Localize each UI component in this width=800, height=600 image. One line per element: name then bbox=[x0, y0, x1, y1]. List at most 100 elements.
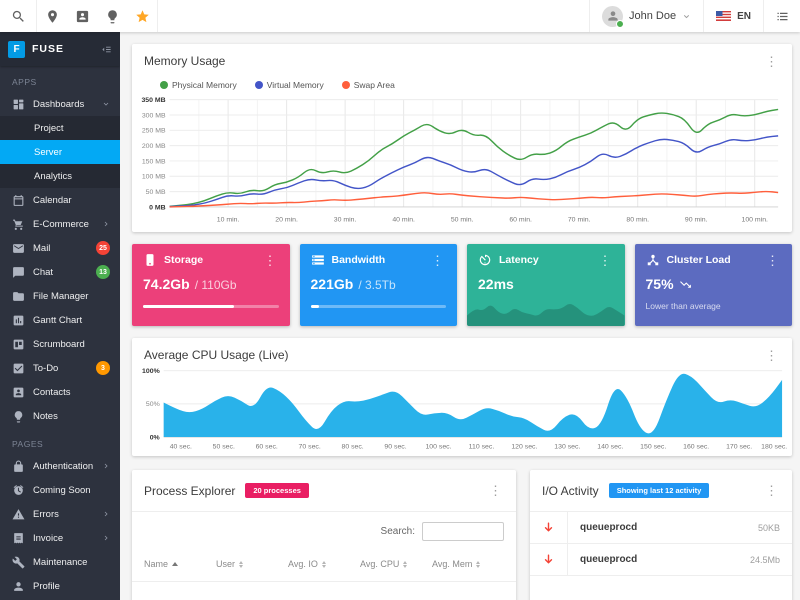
sort-icon bbox=[321, 560, 326, 568]
alarm-icon bbox=[12, 484, 25, 497]
calendar-icon bbox=[12, 194, 25, 207]
avatar bbox=[602, 5, 624, 28]
process-table-header: Name User Avg. IO Avg. CPU Avg. Mem bbox=[132, 549, 516, 581]
warning-icon bbox=[12, 508, 25, 521]
sidebar-item-label: Errors bbox=[33, 508, 59, 520]
sidebar-nav: APPS Dashboards Project Server Analytics… bbox=[0, 66, 120, 600]
stat-card-menu-button[interactable]: ⋮ bbox=[429, 254, 446, 267]
trending-down-icon bbox=[679, 280, 691, 288]
memory-usage-title: Memory Usage bbox=[144, 54, 226, 68]
sidebar-item-chat[interactable]: Chat 13 bbox=[0, 260, 120, 284]
sidebar-item-label: Chat bbox=[33, 266, 54, 278]
language-selector[interactable]: EN bbox=[703, 0, 763, 32]
lightbulb-shortcut-button[interactable] bbox=[97, 0, 127, 32]
divider bbox=[132, 581, 516, 582]
column-header-user[interactable]: User bbox=[216, 559, 288, 569]
stat-card-menu-button[interactable]: ⋮ bbox=[764, 254, 781, 267]
fold-sidebar-icon bbox=[102, 46, 111, 52]
sidebar-item-label: Dashboards bbox=[33, 98, 85, 110]
io-activity-row[interactable]: queueprocd 50KB bbox=[530, 512, 792, 544]
wrench-icon bbox=[12, 556, 25, 568]
sidebar-item-calendar[interactable]: Calendar bbox=[0, 188, 120, 212]
stat-card-menu-button[interactable]: ⋮ bbox=[262, 254, 279, 267]
legend-dot-icon bbox=[341, 81, 350, 89]
sidebar-item-e-commerce[interactable]: E-Commerce bbox=[0, 212, 120, 236]
sidebar-item-analytics[interactable]: Analytics bbox=[0, 164, 120, 188]
dashboard-icon bbox=[12, 98, 25, 111]
contacts-shortcut-button[interactable] bbox=[67, 0, 97, 32]
column-label: Name bbox=[144, 559, 169, 569]
chat-icon bbox=[12, 266, 25, 279]
star-shortcut-button[interactable] bbox=[127, 0, 157, 32]
io-activity-row[interactable]: queueprocd 24.5Mb bbox=[530, 544, 792, 576]
column-header-avg-cpu[interactable]: Avg. CPU bbox=[360, 559, 432, 569]
svg-text:50 sec.: 50 sec. bbox=[213, 443, 235, 450]
svg-text:300 MB: 300 MB bbox=[142, 112, 166, 119]
sidebar-item-label: Coming Soon bbox=[33, 484, 91, 496]
process-explorer-menu-button[interactable]: ⋮ bbox=[487, 484, 504, 497]
svg-text:130 sec.: 130 sec. bbox=[554, 443, 580, 450]
arrow-down-icon bbox=[544, 554, 553, 564]
cpu-usage-menu-button[interactable]: ⋮ bbox=[763, 349, 780, 362]
quick-panel-button[interactable] bbox=[764, 0, 800, 32]
sidebar-item-label: E-Commerce bbox=[33, 218, 89, 230]
svg-text:40 sec.: 40 sec. bbox=[170, 443, 192, 450]
sidebar-item-dashboards[interactable]: Dashboards bbox=[0, 92, 120, 116]
sidebar-item-invoice[interactable]: Invoice bbox=[0, 526, 120, 550]
io-activity-menu-button[interactable]: ⋮ bbox=[763, 484, 780, 497]
sidebar-item-file-manager[interactable]: File Manager bbox=[0, 284, 120, 308]
sidebar-item-notes[interactable]: Notes bbox=[0, 404, 120, 428]
sidebar-item-project[interactable]: Project bbox=[0, 116, 120, 140]
svg-text:160 sec.: 160 sec. bbox=[683, 443, 709, 450]
column-header-name[interactable]: Name bbox=[144, 559, 216, 569]
svg-text:80 min.: 80 min. bbox=[626, 216, 649, 223]
sidebar-item-label: Profile bbox=[33, 580, 60, 592]
memory-usage-menu-button[interactable]: ⋮ bbox=[763, 55, 780, 68]
sidebar-item-server[interactable]: Server bbox=[0, 140, 120, 164]
mail-icon bbox=[12, 242, 25, 255]
user-menu[interactable]: John Doe bbox=[589, 0, 703, 32]
column-header-avg-io[interactable]: Avg. IO bbox=[288, 559, 360, 569]
search-icon bbox=[12, 10, 24, 22]
search-button[interactable] bbox=[0, 0, 36, 32]
column-header-avg-mem[interactable]: Avg. Mem bbox=[432, 559, 504, 569]
stat-card-title: Bandwidth bbox=[331, 254, 386, 266]
alarm-icon bbox=[13, 484, 24, 495]
svg-text:250 MB: 250 MB bbox=[142, 128, 166, 135]
hub-icon bbox=[647, 254, 658, 266]
sidebar-item-errors[interactable]: Errors bbox=[0, 502, 120, 526]
sidebar-item-coming-soon[interactable]: Coming Soon bbox=[0, 478, 120, 502]
stat-card-progressbar bbox=[310, 305, 446, 308]
sidebar-item-to-do[interactable]: To-Do 3 bbox=[0, 356, 120, 380]
sidebar-item-gantt-chart[interactable]: Gantt Chart bbox=[0, 308, 120, 332]
io-size: 24.5Mb bbox=[749, 554, 780, 565]
toolbar-shortcuts bbox=[37, 0, 157, 32]
cpu-usage-title: Average CPU Usage (Live) bbox=[144, 348, 289, 362]
brand-name: FUSE bbox=[32, 43, 65, 55]
stat-card-menu-button[interactable]: ⋮ bbox=[597, 254, 614, 267]
sidebar-item-profile[interactable]: Profile bbox=[0, 574, 120, 598]
sidebar-item-contacts[interactable]: Contacts bbox=[0, 380, 120, 404]
sidebar-item-maintenance[interactable]: Maintenance bbox=[0, 550, 120, 574]
svg-text:50 MB: 50 MB bbox=[146, 189, 166, 196]
download-arrow-icon bbox=[530, 544, 568, 575]
legend-dot-icon bbox=[254, 81, 263, 89]
process-search-input[interactable] bbox=[422, 522, 504, 541]
svg-text:70 sec.: 70 sec. bbox=[299, 443, 321, 450]
sidebar-header: F FUSE bbox=[0, 32, 120, 66]
place-shortcut-button[interactable] bbox=[37, 0, 67, 32]
sidebar-fold-button[interactable] bbox=[101, 44, 112, 55]
sidebar-item-scrumboard[interactable]: Scrumboard bbox=[0, 332, 120, 356]
svg-text:90 min.: 90 min. bbox=[685, 216, 708, 223]
svg-text:60 min.: 60 min. bbox=[509, 216, 532, 223]
svg-text:0 MB: 0 MB bbox=[149, 204, 166, 211]
person-icon bbox=[14, 581, 23, 591]
sidebar-item-label: Server bbox=[34, 146, 62, 158]
memory-usage-chart: 10 min. 20 min. 30 min. 40 min. 50 min. … bbox=[141, 97, 779, 223]
sidebar-item-authentication[interactable]: Authentication bbox=[0, 454, 120, 478]
receipt-icon bbox=[14, 532, 23, 543]
sidebar-item-label: Project bbox=[34, 122, 64, 134]
sidebar-item-mail[interactable]: Mail 25 bbox=[0, 236, 120, 260]
scrumboard-icon bbox=[12, 338, 25, 351]
warning-icon bbox=[12, 508, 25, 519]
